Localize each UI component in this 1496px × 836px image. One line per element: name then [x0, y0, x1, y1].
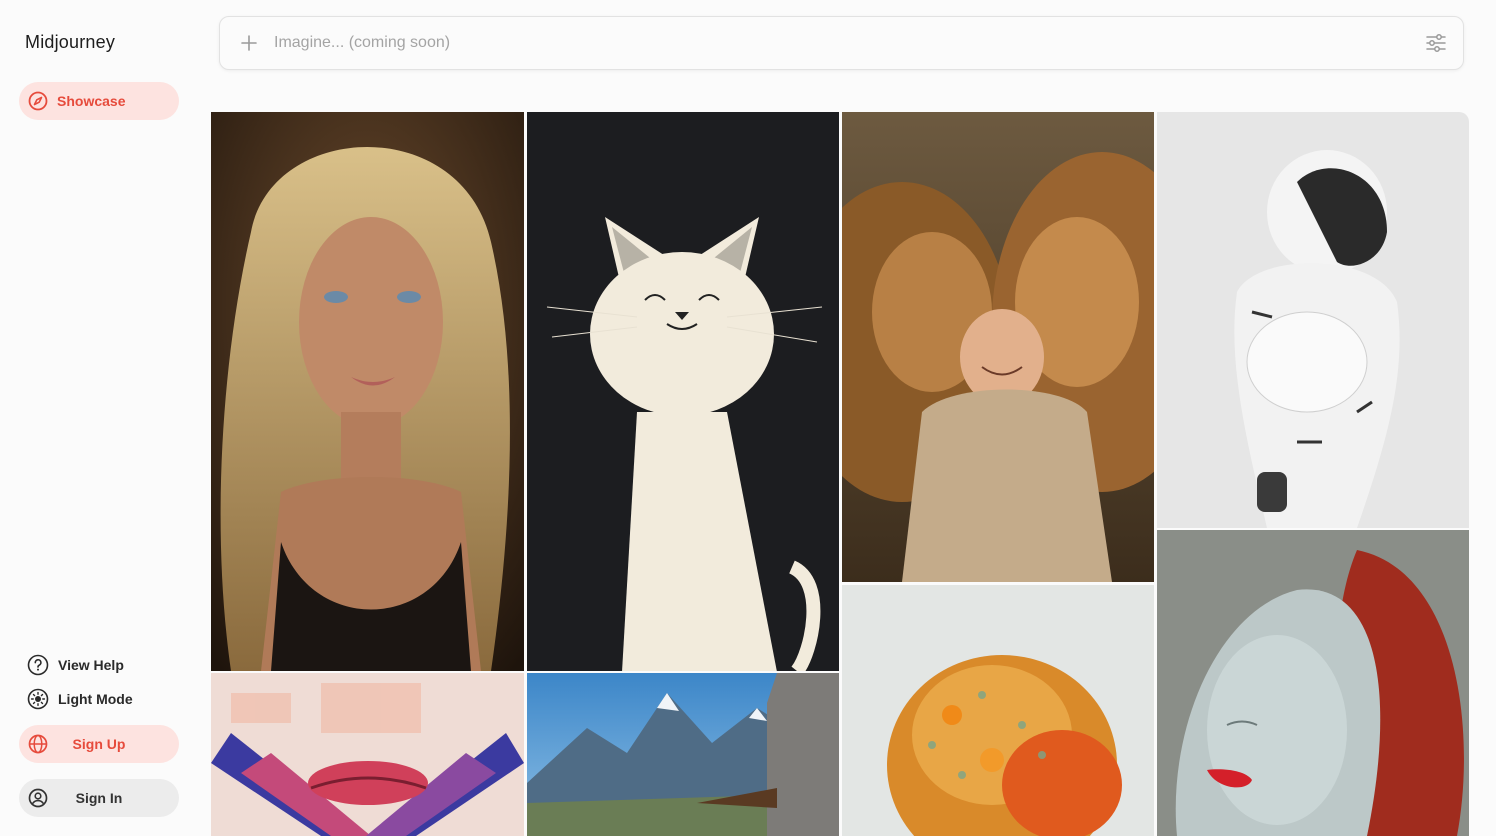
sign-in-button[interactable]: Sign In [19, 779, 179, 817]
sidebar-item-label: Showcase [57, 93, 126, 109]
sliders-icon[interactable] [1425, 32, 1447, 54]
gallery-image-mountains[interactable] [527, 673, 839, 836]
gallery-image-lips-poster[interactable] [211, 673, 524, 836]
gallery-image-woman-portrait[interactable] [211, 112, 524, 671]
sign-up-button[interactable]: Sign Up [19, 725, 179, 763]
gallery-image-white-robot[interactable] [1157, 112, 1469, 528]
app-logo-text[interactable]: Midjourney [25, 32, 115, 53]
view-help-link[interactable]: View Help [26, 653, 124, 677]
sidebar: Midjourney Showcase View Help Light Mode… [0, 0, 200, 836]
prompt-bar [219, 16, 1464, 70]
gallery-image-golden-creature[interactable] [842, 585, 1154, 836]
compass-icon [28, 91, 48, 111]
light-mode-toggle[interactable]: Light Mode [26, 687, 133, 711]
sun-icon [26, 687, 50, 711]
sign-in-label: Sign In [75, 790, 123, 806]
sidebar-item-showcase[interactable]: Showcase [19, 82, 179, 120]
prompt-input[interactable] [272, 33, 1376, 53]
plus-icon[interactable] [238, 32, 260, 54]
gallery-image-cat-illustration[interactable] [527, 112, 839, 671]
light-mode-label: Light Mode [58, 691, 133, 707]
view-help-label: View Help [58, 657, 124, 673]
help-circle-icon [26, 653, 50, 677]
sign-up-label: Sign Up [72, 736, 126, 752]
gallery-image-lions-baby[interactable] [842, 112, 1154, 582]
gallery-image-glossy-faces[interactable] [1157, 530, 1469, 836]
